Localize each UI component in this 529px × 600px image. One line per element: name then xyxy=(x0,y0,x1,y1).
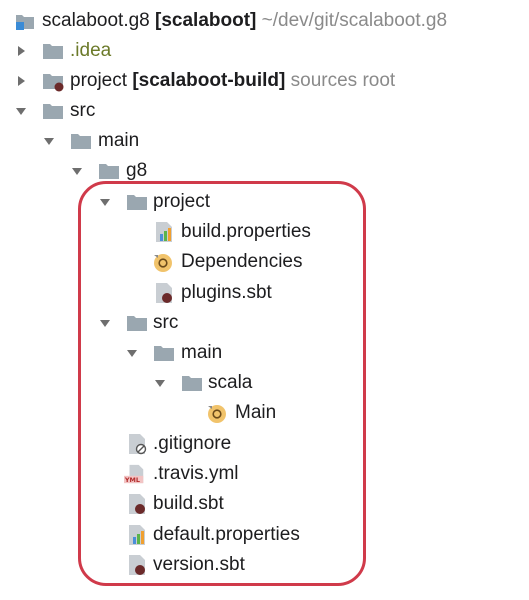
chevron-down-icon[interactable] xyxy=(154,377,166,389)
g8-main-label: main xyxy=(181,342,223,363)
svg-text:YML: YML xyxy=(124,476,140,484)
g8-src-label: src xyxy=(153,312,179,333)
src-label: src xyxy=(70,100,96,121)
project-build-hint: sources root xyxy=(290,70,396,91)
project-tree: scalaboot.g8 [scalaboot] ~/dev/git/scala… xyxy=(0,0,529,600)
g8-project-label: project xyxy=(153,191,211,212)
g8-label: g8 xyxy=(126,160,148,181)
version-sbt-label: version.sbt xyxy=(153,554,245,575)
properties-file-icon xyxy=(156,222,172,242)
sbt-file-icon xyxy=(129,555,145,575)
default-properties-label: default.properties xyxy=(153,524,300,545)
idea-label: .idea xyxy=(70,40,112,61)
sbt-file-icon xyxy=(156,283,172,303)
project-build-module: [scalaboot-build] xyxy=(132,70,286,91)
chevron-down-icon[interactable] xyxy=(71,165,83,177)
build-properties-label: build.properties xyxy=(181,221,311,242)
dependencies-label: Dependencies xyxy=(181,251,303,272)
folder-icon xyxy=(127,316,147,331)
folder-icon xyxy=(127,195,147,210)
project-build-name: project xyxy=(70,70,128,91)
folder-icon xyxy=(182,376,202,391)
folder-icon xyxy=(43,44,63,59)
travis-label: .travis.yml xyxy=(153,463,239,484)
properties-file-icon xyxy=(129,525,145,545)
main-object-label: Main xyxy=(235,402,277,423)
scala-label: scala xyxy=(208,372,253,393)
ignored-file-icon xyxy=(129,434,147,455)
build-sbt-label: build.sbt xyxy=(153,493,224,514)
project-build-label: project [scalaboot-build] sources root xyxy=(70,68,395,94)
sbt-folder-icon xyxy=(43,74,64,92)
folder-icon xyxy=(71,134,91,149)
root-label: scalaboot.g8 [scalaboot] ~/dev/git/scala… xyxy=(42,8,447,34)
root-name: scalaboot.g8 xyxy=(42,10,150,31)
plugins-sbt-label: plugins.sbt xyxy=(181,282,272,303)
gitignore-label: .gitignore xyxy=(153,433,232,454)
chevron-down-icon[interactable] xyxy=(99,196,111,208)
chevron-right-icon[interactable] xyxy=(15,45,27,57)
scala-object-icon xyxy=(154,254,172,272)
chevron-down-icon[interactable] xyxy=(43,135,55,147)
module-folder-icon xyxy=(16,15,34,30)
chevron-down-icon[interactable] xyxy=(126,347,138,359)
yml-file-icon: YML xyxy=(124,464,144,484)
chevron-right-icon[interactable] xyxy=(15,75,27,87)
root-module: [scalaboot] xyxy=(155,10,257,31)
folder-icon xyxy=(99,164,119,179)
folder-icon xyxy=(43,104,63,119)
root-path: ~/dev/git/scalaboot.g8 xyxy=(261,10,448,31)
chevron-down-icon[interactable] xyxy=(15,105,27,117)
scala-object-icon xyxy=(208,405,226,423)
chevron-down-icon[interactable] xyxy=(99,317,111,329)
sbt-file-icon xyxy=(129,494,145,514)
folder-icon xyxy=(154,346,174,361)
main-label: main xyxy=(98,130,140,151)
